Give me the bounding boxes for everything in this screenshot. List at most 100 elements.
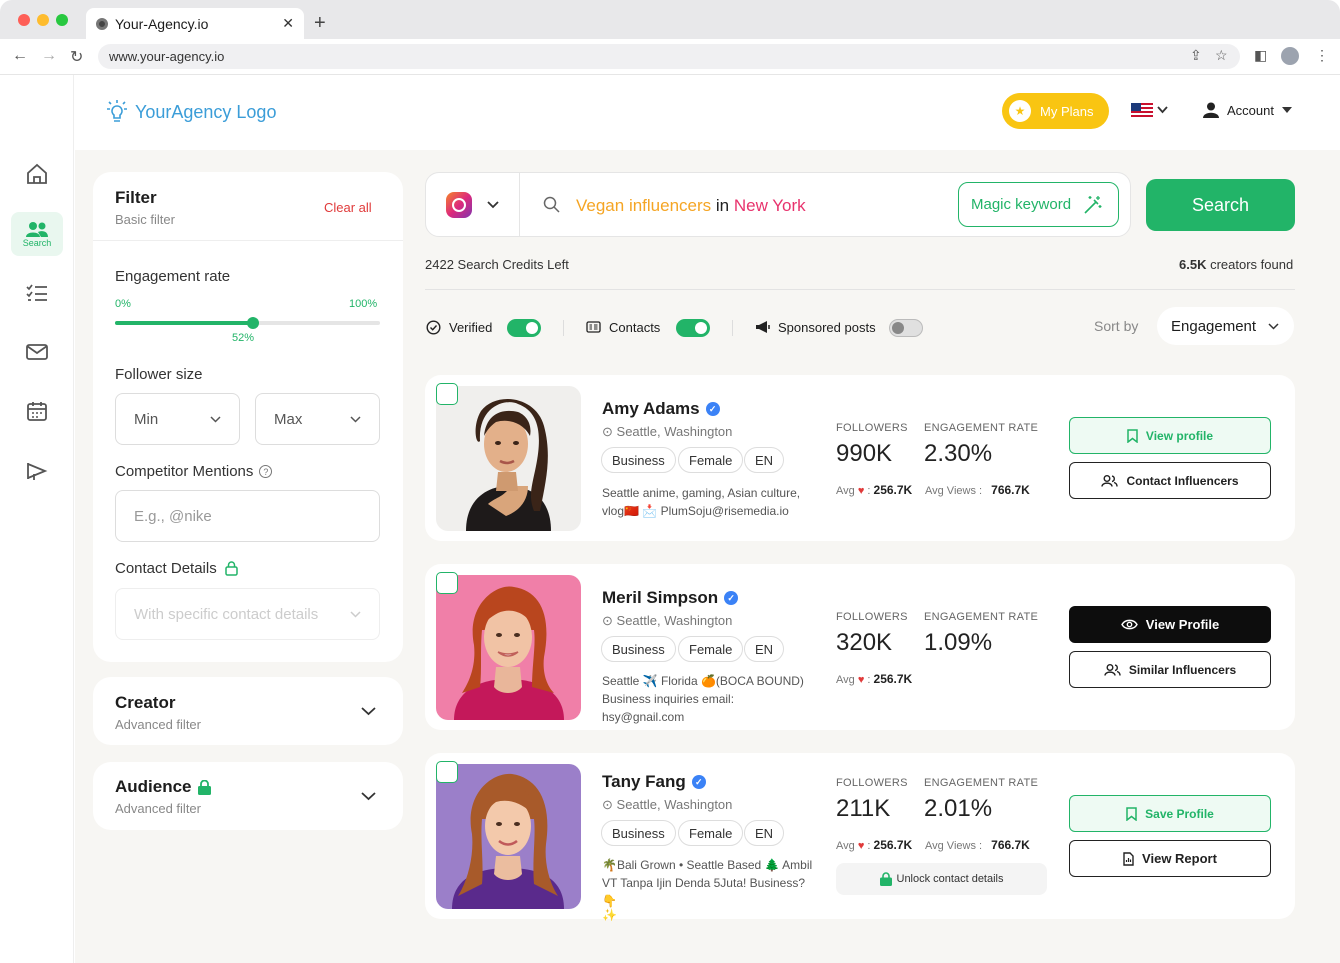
location-text: Seattle, Washington [616, 797, 733, 812]
bio-line: ✨ [602, 908, 617, 922]
help-icon[interactable]: ? [259, 465, 273, 478]
save-profile-button[interactable]: Save Profile [1069, 795, 1271, 832]
found-count: 6.5K [1179, 257, 1207, 272]
sidepanel-icon[interactable]: ◧ [1254, 47, 1267, 64]
profile-bio: 🌴Bali Grown • Seattle Based 🌲 Ambil VT T… [602, 856, 817, 922]
megaphone-icon[interactable] [11, 449, 63, 493]
audience-title-text: Audience [115, 777, 192, 796]
view-profile-button[interactable]: View Profile [1069, 606, 1271, 643]
profile-name[interactable]: Amy Adams ✓ [602, 399, 720, 419]
account-menu[interactable]: Account [1203, 102, 1292, 118]
filter-subtitle: Basic filter [115, 212, 175, 227]
min-pct: 0% [115, 298, 131, 310]
avg-views: Avg Views : 766.7K [925, 838, 1030, 852]
max-followers-select[interactable]: Max [255, 393, 380, 445]
similar-influencers-button[interactable]: Similar Influencers [1069, 651, 1271, 688]
chevron-down-icon [1268, 322, 1279, 330]
current-pct: 52% [232, 332, 255, 344]
competitor-label-text: Competitor Mentions [115, 463, 254, 480]
us-flag-icon[interactable] [1131, 103, 1153, 118]
profile-name[interactable]: Meril Simpson ✓ [602, 588, 739, 608]
contact-influencers-button[interactable]: Contact Influencers [1069, 462, 1271, 499]
chevron-down-icon[interactable] [361, 707, 376, 716]
bio-line: vlog🇨🇳 📩 PlumSoju@risemedia.io [602, 504, 789, 518]
chevron-down-icon[interactable] [361, 792, 376, 801]
checklist-icon[interactable] [11, 271, 63, 315]
reload-icon[interactable]: ↻ [70, 47, 83, 67]
button-label: Contact Influencers [1126, 473, 1239, 488]
bookmark-star-icon[interactable]: ☆ [1215, 47, 1228, 64]
close-window-button[interactable] [18, 14, 30, 26]
home-icon[interactable] [11, 152, 63, 196]
profile-photo[interactable] [436, 764, 581, 909]
engagement-value: 2.30% [924, 440, 993, 467]
mail-icon[interactable] [11, 330, 63, 374]
avg-label: Avg [836, 840, 855, 852]
browser-menu-icon[interactable]: ⋮ [1315, 47, 1329, 64]
share-icon[interactable]: ⇪ [1190, 47, 1202, 64]
verified-badge-icon: ✓ [691, 775, 706, 789]
view-report-button[interactable]: View Report [1069, 840, 1271, 877]
chevron-down-icon[interactable] [487, 201, 499, 209]
verified-toggle[interactable] [507, 319, 541, 337]
my-plans-button[interactable]: ★ My Plans [1002, 93, 1109, 129]
name-text: Tany Fang [602, 772, 686, 791]
button-label: Save Profile [1145, 806, 1214, 821]
location: ⊙ Seattle, Washington [602, 797, 732, 813]
avg-views-value: 766.7K [991, 483, 1030, 497]
profile-avatar-icon[interactable] [1281, 47, 1299, 65]
browser-tab-bar: Your-Agency.io ✕ + [0, 0, 1340, 39]
caret-down-icon [1281, 107, 1292, 113]
sponsored-toggle[interactable] [889, 319, 923, 337]
lock-icon [224, 561, 238, 576]
avg-views-label: Avg Views : [925, 840, 983, 852]
engagement-slider[interactable] [115, 317, 380, 329]
search-button[interactable]: Search [1146, 179, 1295, 231]
button-label: Similar Influencers [1128, 662, 1237, 677]
sidebar-item-search[interactable]: Search [11, 212, 63, 256]
select-checkbox[interactable] [436, 761, 458, 783]
profile-photo[interactable] [436, 386, 581, 531]
instagram-icon[interactable] [446, 192, 472, 218]
tag-chip: Business [601, 447, 676, 473]
bookmark-icon [1127, 428, 1138, 443]
logo[interactable]: YourAgency Logo [104, 100, 276, 124]
forward-icon[interactable]: → [41, 47, 57, 65]
sort-select[interactable]: Engagement [1157, 307, 1294, 345]
minimize-window-button[interactable] [37, 14, 49, 26]
close-tab-icon[interactable]: ✕ [282, 15, 294, 32]
select-checkbox[interactable] [436, 383, 458, 405]
competitor-input[interactable]: E.g., @nike [115, 490, 380, 542]
min-followers-select[interactable]: Min [115, 393, 240, 445]
lock-icon [197, 779, 211, 795]
back-icon[interactable]: ← [12, 47, 28, 65]
divider [563, 320, 564, 336]
chevron-down-icon[interactable] [1157, 106, 1168, 114]
audience-subtitle: Advanced filter [115, 801, 201, 816]
magic-keyword-button[interactable]: Magic keyword [958, 182, 1119, 227]
contacts-toggle[interactable] [676, 319, 710, 337]
search-input[interactable]: Vegan influencers in New York [576, 196, 806, 216]
contact-details-select[interactable]: With specific contact details [115, 588, 380, 640]
select-checkbox[interactable] [436, 572, 458, 594]
calendar-icon[interactable] [11, 389, 63, 433]
avg-label: Avg [836, 485, 855, 497]
engagement-label: ENGAGEMENT RATE [924, 422, 1039, 434]
query-keyword: Vegan influencers [576, 196, 712, 215]
slider-handle[interactable] [246, 317, 259, 329]
followers-value: 990K [836, 440, 893, 467]
profile-photo[interactable] [436, 575, 581, 720]
browser-tab[interactable]: Your-Agency.io ✕ [86, 8, 304, 39]
profile-name[interactable]: Tany Fang ✓ [602, 772, 706, 792]
unlock-contact-button[interactable]: Unlock contact details [836, 863, 1047, 895]
avg-views-value: 766.7K [991, 838, 1030, 852]
clear-all-link[interactable]: Clear all [324, 200, 372, 215]
contact-label-text: Contact Details [115, 560, 217, 577]
avg-likes-value: 256.7K [873, 672, 913, 686]
tag-chip: EN [744, 820, 785, 846]
view-profile-button[interactable]: View profile [1069, 417, 1271, 454]
new-tab-icon[interactable]: + [314, 12, 326, 35]
maximize-window-button[interactable] [56, 14, 68, 26]
followers-value: 211K [836, 795, 891, 822]
url-field[interactable]: www.your-agency.io [98, 44, 1240, 69]
